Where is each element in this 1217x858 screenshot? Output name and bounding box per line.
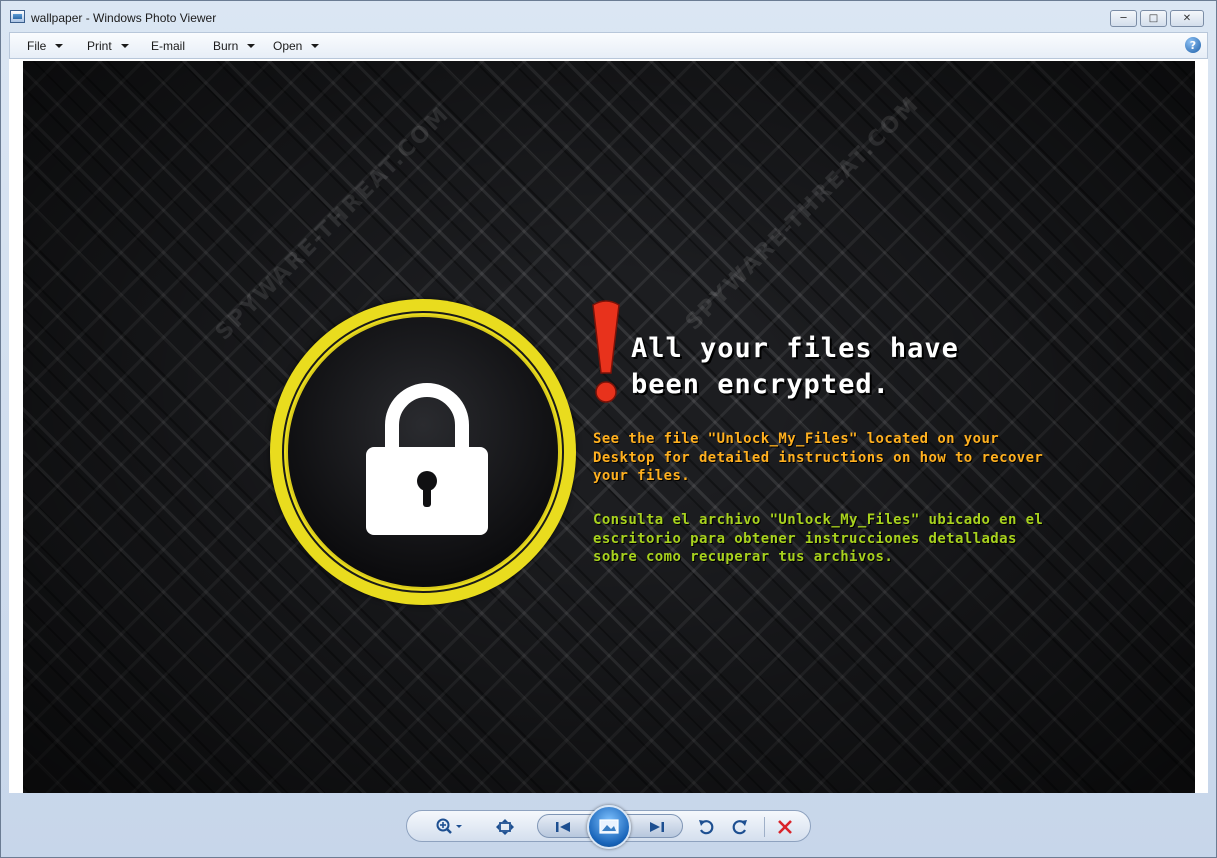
menu-print-label: Print (87, 39, 112, 53)
maximize-button[interactable]: □ (1140, 10, 1167, 27)
close-button[interactable]: ✕ (1170, 10, 1204, 27)
next-icon (650, 822, 664, 832)
slideshow-button[interactable] (587, 805, 631, 849)
title-bar[interactable]: wallpaper - Windows Photo Viewer ─ □ ✕ (1, 1, 1216, 31)
viewer-control-bar (406, 805, 811, 849)
lock-emblem-center (286, 315, 560, 589)
minimize-icon: ─ (1120, 12, 1127, 24)
window-controls: ─ □ ✕ (1110, 10, 1204, 27)
chevron-down-icon (120, 44, 129, 48)
magnifier-icon (436, 818, 462, 834)
menu-burn[interactable]: Burn (213, 39, 256, 53)
next-button[interactable] (644, 816, 670, 838)
maximize-icon: □ (1148, 12, 1159, 24)
photo-viewer-app-icon[interactable] (10, 10, 25, 23)
menu-open[interactable]: Open (273, 39, 320, 53)
rotate-counterclockwise-button[interactable] (694, 816, 718, 838)
exclamation-icon (592, 300, 620, 403)
chevron-down-icon (55, 44, 64, 48)
menu-burn-label: Burn (213, 39, 239, 53)
padlock-icon (366, 383, 488, 535)
vignette-overlay (23, 61, 1195, 793)
close-icon: ✕ (1182, 12, 1192, 24)
delete-button[interactable] (773, 816, 797, 838)
minimize-button[interactable]: ─ (1110, 10, 1137, 27)
menu-file[interactable]: File (27, 39, 64, 53)
english-instructions: See the file "Unlock_My_Files" located o… (593, 431, 1044, 484)
photo-viewer-window: wallpaper - Windows Photo Viewer ─ □ ✕ F… (0, 0, 1217, 858)
rotate-clockwise-icon (732, 820, 747, 835)
headline-line-1: All your files have (631, 333, 959, 364)
previous-button[interactable] (550, 816, 576, 838)
image-viewport[interactable]: SPYWARE-THREAT.COM SPYWARE-THREAT.COM Al… (9, 59, 1208, 793)
chevron-down-icon (247, 44, 256, 48)
menu-file-label: File (27, 39, 47, 53)
menu-email[interactable]: E-mail (151, 39, 185, 53)
ransom-headline: All your files have been encrypted. (631, 331, 959, 403)
rotate-counterclockwise-icon (699, 820, 714, 835)
menu-bar: File Print E-mail Burn Open ? (9, 32, 1208, 59)
actual-size-button[interactable] (493, 816, 517, 838)
zoom-button[interactable] (433, 816, 467, 838)
wallpaper-image: SPYWARE-THREAT.COM SPYWARE-THREAT.COM Al… (23, 61, 1195, 793)
delete-icon (778, 820, 792, 834)
menu-open-label: Open (273, 39, 303, 53)
window-title: wallpaper - Windows Photo Viewer (31, 11, 217, 25)
previous-icon (556, 822, 570, 832)
menu-print[interactable]: Print (87, 39, 129, 53)
slideshow-icon (599, 819, 619, 834)
chevron-down-icon (311, 44, 320, 48)
headline-line-2: been encrypted. (631, 369, 890, 400)
spanish-instructions: Consulta el archivo "Unlock_My_Files" ub… (593, 512, 1044, 565)
toolbar-separator (764, 817, 765, 837)
rotate-clockwise-button[interactable] (728, 816, 752, 838)
menu-email-label: E-mail (151, 39, 186, 53)
help-icon[interactable]: ? (1185, 37, 1201, 53)
lock-emblem (270, 299, 576, 605)
actual-size-icon (496, 819, 514, 835)
